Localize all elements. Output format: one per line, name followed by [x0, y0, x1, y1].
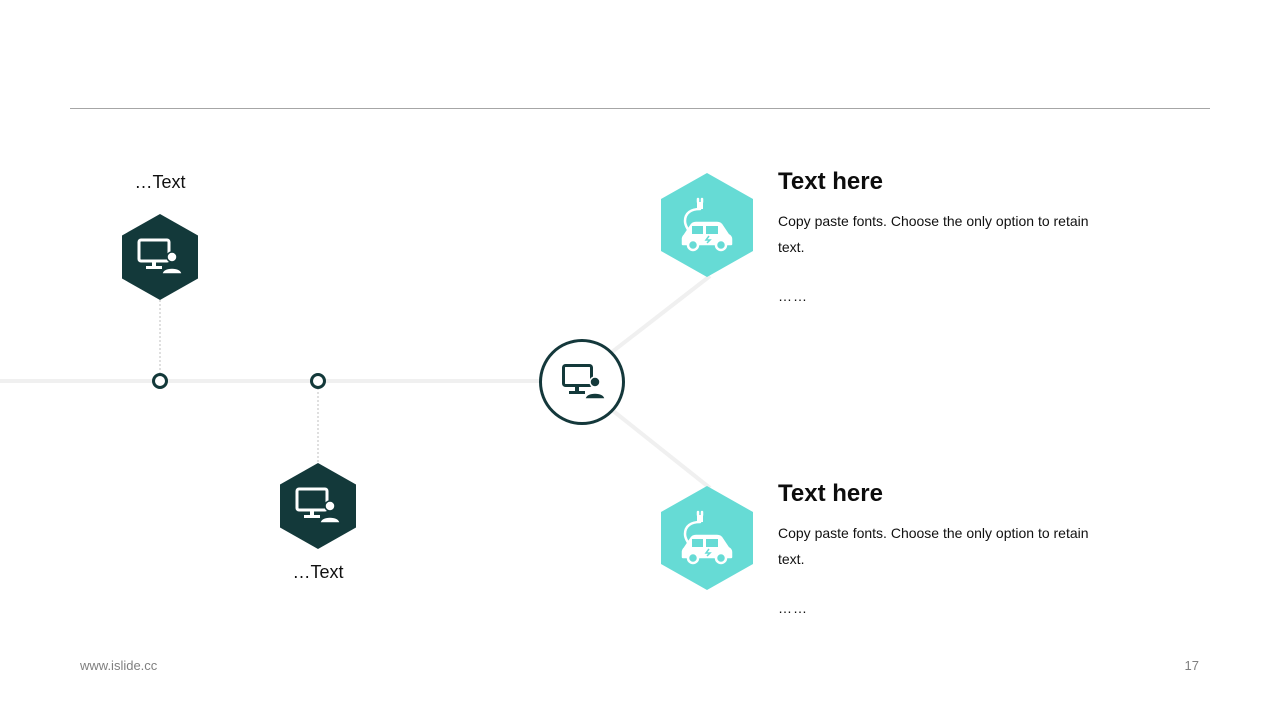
panel-2-title: Text here: [778, 480, 883, 507]
timeline-marker-1: [152, 373, 168, 389]
node-2-hexagon: [280, 463, 356, 549]
branch-line-bottom: [610, 408, 712, 490]
text-panel-2: Text here Copy paste fonts. Choose the o…: [778, 480, 1118, 616]
text-panel-1: Text here Copy paste fonts. Choose the o…: [778, 168, 1118, 304]
timeline-marker-2: [310, 373, 326, 389]
center-node: [539, 339, 625, 425]
panel-2-ellipsis: ……: [778, 600, 808, 616]
monitor-user-icon: [562, 364, 606, 400]
node-1-hexagon: [122, 214, 198, 300]
node-2-label: …Text: [292, 562, 344, 582]
branch-line-top: [610, 274, 712, 354]
page-number: 17: [1184, 658, 1199, 673]
node-1-label: …Text: [134, 172, 186, 192]
footer-website: www.islide.cc: [80, 658, 158, 673]
panel-1-body: Copy paste fonts. Choose the only option…: [778, 213, 1089, 255]
panel-1-hexagon: [661, 173, 753, 277]
panel-1-title: Text here: [778, 168, 883, 195]
panel-1-ellipsis: ……: [778, 288, 808, 304]
panel-2-body: Copy paste fonts. Choose the only option…: [778, 525, 1089, 567]
panel-2-hexagon: [661, 486, 753, 590]
